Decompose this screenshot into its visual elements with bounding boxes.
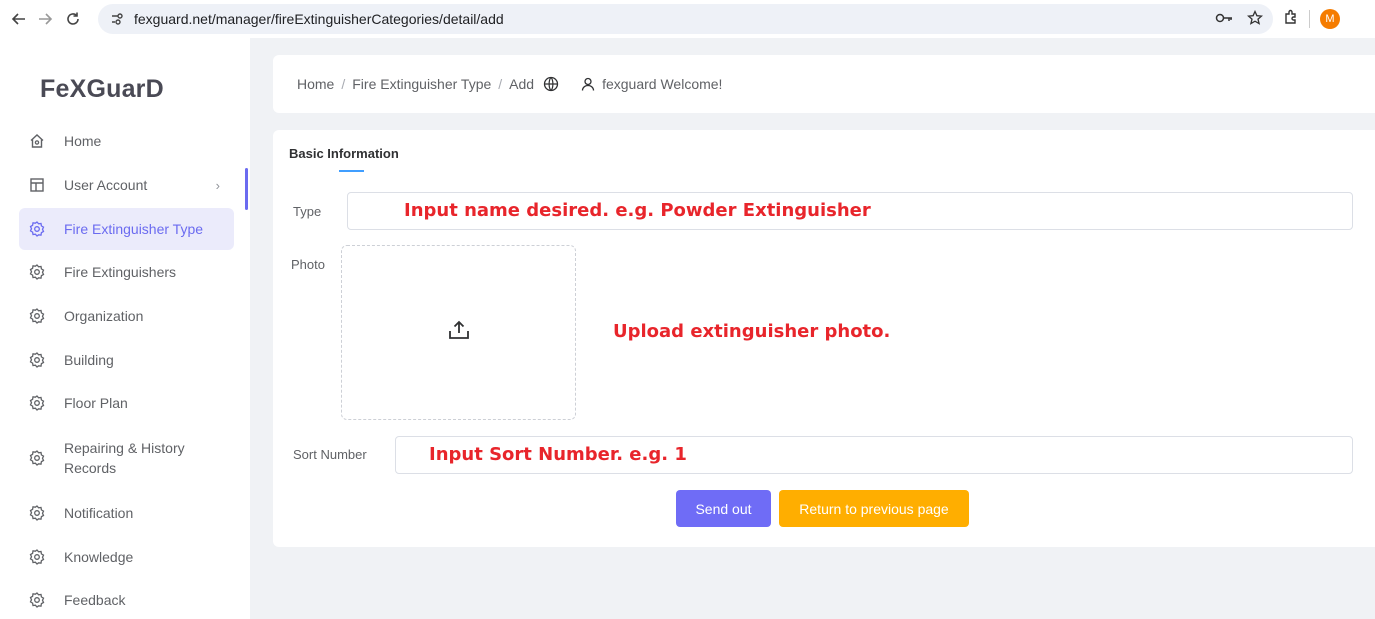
tab-basic-information[interactable]: Basic Information (289, 146, 399, 161)
chevron-right-icon: › (215, 177, 220, 193)
gear-icon (29, 592, 45, 608)
send-out-button[interactable]: Send out (676, 490, 771, 527)
sidebar-item-feedback[interactable]: Feedback (19, 579, 234, 619)
photo-upload-area[interactable] (341, 245, 576, 420)
sidebar-item-floor-plan[interactable]: Floor Plan (19, 382, 234, 424)
sidebar-item-label: Organization (64, 308, 144, 324)
sidebar-item-label: Building (64, 352, 114, 368)
sidebar-item-label: User Account (64, 177, 148, 193)
sidebar-item-fire-extinguisher-type[interactable]: Fire Extinguisher Type (19, 208, 234, 250)
sidebar-item-home[interactable]: Home (19, 120, 234, 162)
profile-avatar[interactable]: M (1320, 9, 1340, 29)
sidebar-item-building[interactable]: Building (19, 339, 234, 381)
active-indicator (245, 168, 248, 210)
home-icon (29, 133, 45, 149)
site-info-icon[interactable] (108, 10, 126, 28)
globe-icon[interactable] (542, 75, 560, 93)
welcome-text: fexguard Welcome! (602, 76, 723, 92)
sidebar-item-label: Repairing & History Records (64, 438, 185, 478)
gear-icon (29, 395, 45, 411)
reload-icon[interactable] (62, 8, 84, 30)
sidebar-item-label: Fire Extinguisher Type (64, 221, 204, 237)
sidebar-item-label: Knowledge (64, 549, 134, 565)
sidebar-item-label-line1: Repairing & History (64, 440, 185, 456)
extensions-icon[interactable] (1283, 9, 1299, 30)
gear-icon (29, 308, 45, 324)
sidebar-item-user-account[interactable]: User Account › (19, 164, 234, 206)
sidebar-item-notification[interactable]: Notification (19, 492, 234, 534)
browser-toolbar: fexguard.net/manager/fireExtinguisherCat… (0, 0, 1375, 38)
url-text: fexguard.net/manager/fireExtinguisherCat… (134, 11, 504, 27)
gear-icon (29, 221, 45, 237)
breadcrumb-add: Add (509, 76, 535, 92)
breadcrumb-home[interactable]: Home (297, 76, 334, 92)
sidebar-item-label: Feedback (64, 592, 126, 608)
sidebar-item-label: Fire Extinguishers (64, 264, 177, 280)
breadcrumb-separator: / (498, 76, 503, 92)
sidebar-item-label: Floor Plan (64, 395, 128, 411)
layout-icon (29, 177, 45, 193)
app-logo: FeXGuarD (40, 75, 164, 103)
sidebar-item-knowledge[interactable]: Knowledge (19, 536, 234, 578)
gear-icon (29, 352, 45, 368)
sidebar-item-label: Notification (64, 505, 134, 521)
toolbar-divider (1309, 10, 1310, 28)
user-icon (580, 76, 596, 92)
return-previous-page-button[interactable]: Return to previous page (779, 490, 969, 527)
sidebar-item-fire-extinguishers[interactable]: Fire Extinguishers (19, 251, 234, 293)
photo-annotation: Upload extinguisher photo. (613, 321, 891, 342)
address-bar[interactable]: fexguard.net/manager/fireExtinguisherCat… (98, 4, 1273, 34)
type-label: Type (293, 204, 322, 219)
breadcrumb-separator: / (341, 76, 346, 92)
top-header: Home / Fire Extinguisher Type / Add fexg… (273, 55, 1375, 113)
upload-icon (448, 320, 470, 345)
gear-icon (29, 549, 45, 565)
sidebar-item-repairing-history-records[interactable]: Repairing & History Records (19, 434, 234, 482)
sidebar-item-label-line2: Records (64, 460, 117, 476)
tab-active-underline (339, 170, 364, 172)
bookmark-star-icon[interactable] (1246, 9, 1264, 29)
breadcrumb-fire-extinguisher-type[interactable]: Fire Extinguisher Type (352, 76, 491, 92)
type-annotation: Input name desired. e.g. Powder Extingui… (404, 200, 871, 221)
sort-number-label: Sort Number (293, 447, 367, 462)
form-card: Basic Information Type Input name desire… (273, 130, 1375, 547)
sidebar-item-organization[interactable]: Organization (19, 295, 234, 337)
forward-icon[interactable] (34, 8, 56, 30)
back-icon[interactable] (8, 8, 30, 30)
password-key-icon[interactable] (1215, 11, 1233, 27)
gear-icon (29, 450, 45, 466)
photo-label: Photo (291, 257, 325, 272)
sidebar-item-label: Home (64, 133, 102, 149)
sort-number-annotation: Input Sort Number. e.g. 1 (429, 444, 687, 465)
gear-icon (29, 505, 45, 521)
gear-icon (29, 264, 45, 280)
